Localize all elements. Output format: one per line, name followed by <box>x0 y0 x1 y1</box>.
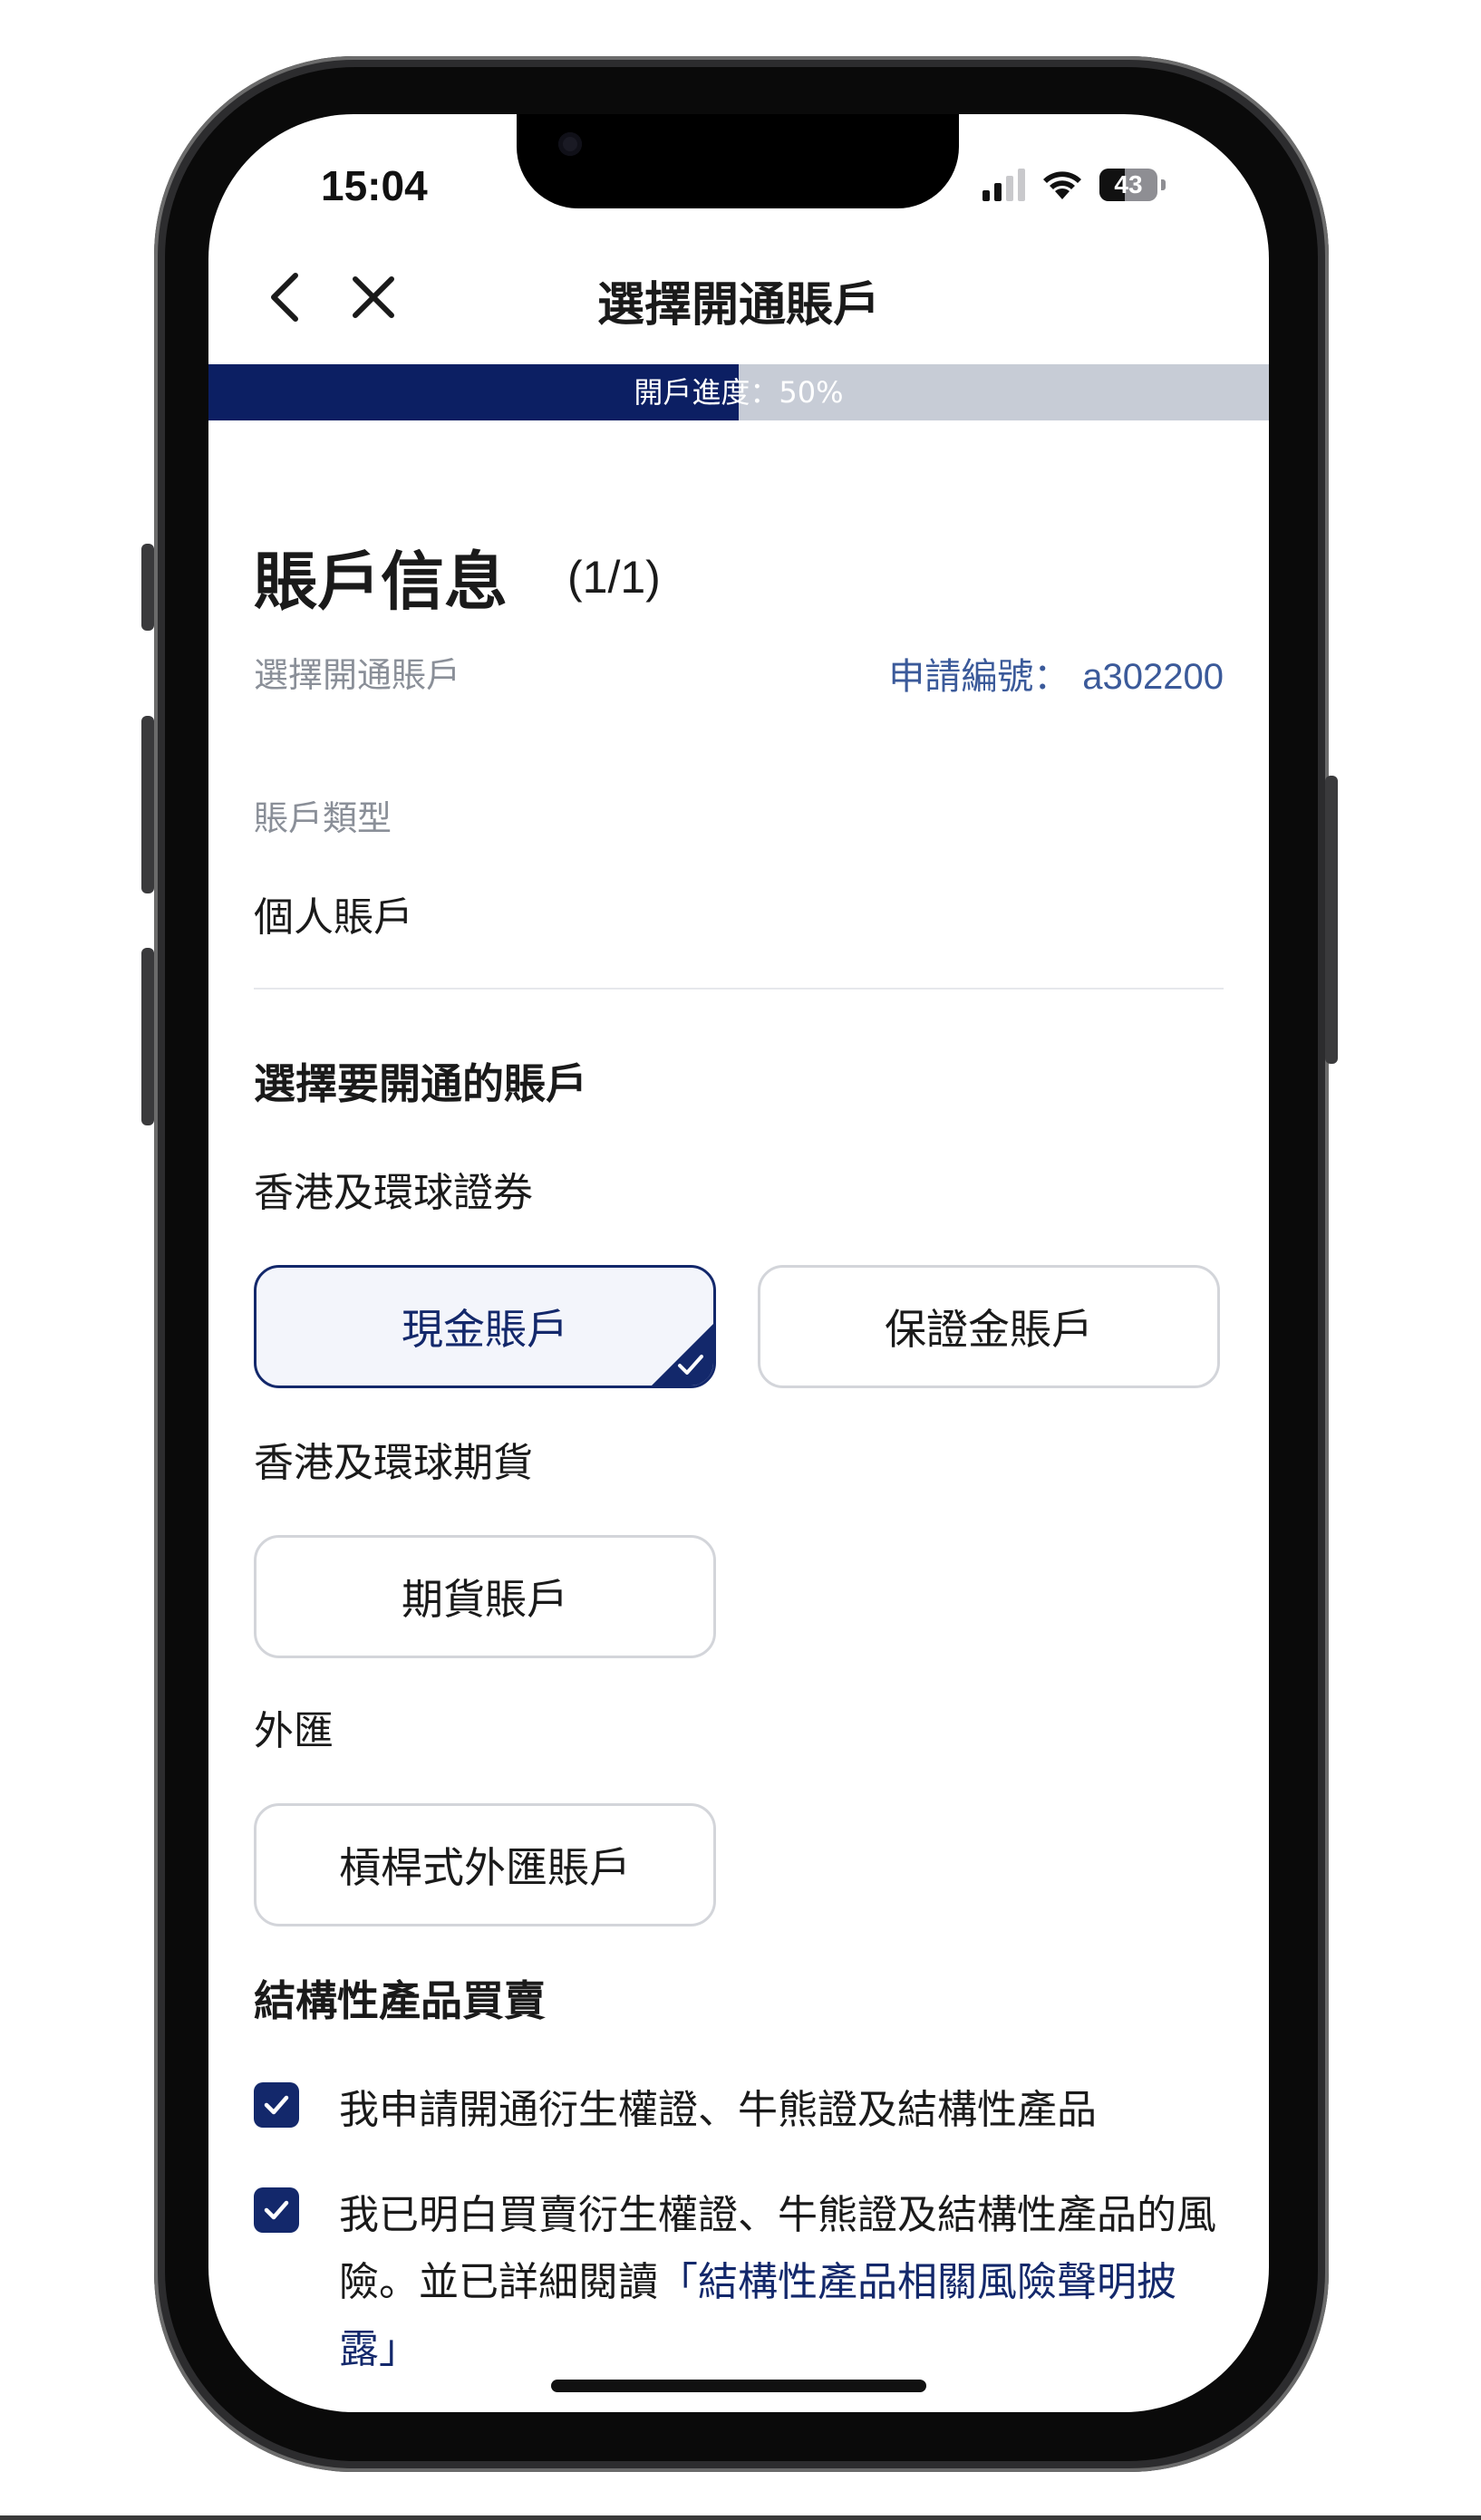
checkmark-icon <box>264 2200 289 2220</box>
checkbox-risk-ack[interactable] <box>254 2187 299 2233</box>
checkmark-icon <box>264 2095 289 2115</box>
battery-level: 43 <box>1114 170 1143 198</box>
status-time: 15:04 <box>321 162 428 209</box>
power-button <box>1325 776 1338 1064</box>
cellular-signal-icon <box>982 169 1025 201</box>
section-count: (1/1) <box>567 552 661 603</box>
checkbox-risk-ack-text: 我已明白買賣衍生權證、牛熊證及結構性產品的風險。並已詳細閱讀「結構性產品相關風險… <box>339 2182 1224 2383</box>
page-title: 選擇開通賬戶 <box>596 278 880 333</box>
account-type-value: 個人賬戶 <box>254 894 413 941</box>
securities-group-label: 香港及環球證券 <box>254 1170 533 1216</box>
wifi-icon <box>1043 171 1081 199</box>
margin-account-label: 保證金賬戶 <box>885 1305 1093 1354</box>
cash-account-option[interactable]: 現金賬戶 <box>254 1265 716 1388</box>
mute-switch <box>141 544 154 631</box>
margin-account-option[interactable]: 保證金賬戶 <box>758 1265 1220 1388</box>
battery-cap <box>1161 179 1166 190</box>
cash-account-label: 現金賬戶 <box>402 1305 568 1354</box>
divider <box>254 988 1224 990</box>
volume-up-button <box>141 716 154 893</box>
application-number-value: a302200 <box>1082 657 1224 697</box>
volume-down-button <box>141 948 154 1125</box>
progress-bar: 開戶進度：50% <box>208 364 1269 420</box>
structured-products-heading: 結構性產品買賣 <box>254 1976 546 2025</box>
leveraged-forex-account-option[interactable]: 槓桿式外匯賬戶 <box>254 1803 716 1926</box>
account-type-label: 賬戶類型 <box>254 798 392 838</box>
futures-account-option[interactable]: 期貨賬戶 <box>254 1535 716 1658</box>
choose-accounts-heading: 選擇要開通的賬戶 <box>254 1059 587 1108</box>
phone-screen: 15:04 43 選擇開通賬戶 開戶進度：50% 賬戶信息 (1/1) 選擇開通… <box>208 114 1269 2412</box>
home-indicator <box>551 2380 926 2392</box>
section-subtitle: 選擇開通賬戶 <box>254 655 461 695</box>
futures-group-label: 香港及環球期貨 <box>254 1440 533 1486</box>
application-number: 申請編號： a302200 <box>888 647 1224 700</box>
leveraged-forex-account-label: 槓桿式外匯賬戶 <box>339 1843 631 1892</box>
navigation-bar: 選擇開通賬戶 <box>208 250 1269 350</box>
checkmark-icon <box>678 1355 703 1375</box>
application-number-label: 申請編號： <box>888 656 1070 698</box>
forex-group-label: 外匯 <box>254 1708 334 1754</box>
checkbox-apply-text: 我申請開通衍生權證、牛熊證及結構性產品 <box>339 2087 1097 2133</box>
front-camera <box>558 132 582 156</box>
checkbox-apply[interactable] <box>254 2082 299 2128</box>
structured-products-risk-row: 我已明白買賣衍生權證、牛熊證及結構性產品的風險。並已詳細閱讀「結構性產品相關風險… <box>254 2182 1224 2390</box>
progress-label: 開戶進度：50% <box>634 375 844 410</box>
battery-icon: 43 <box>1099 169 1157 201</box>
structured-products-apply-row: 我申請開通衍生權證、牛熊證及結構性產品 <box>254 2077 1224 2149</box>
notch <box>517 114 959 208</box>
status-icons: 43 <box>982 165 1166 205</box>
futures-account-label: 期貨賬戶 <box>402 1575 568 1624</box>
section-title: 賬戶信息 <box>254 545 508 619</box>
bottom-edge <box>0 2515 1481 2520</box>
